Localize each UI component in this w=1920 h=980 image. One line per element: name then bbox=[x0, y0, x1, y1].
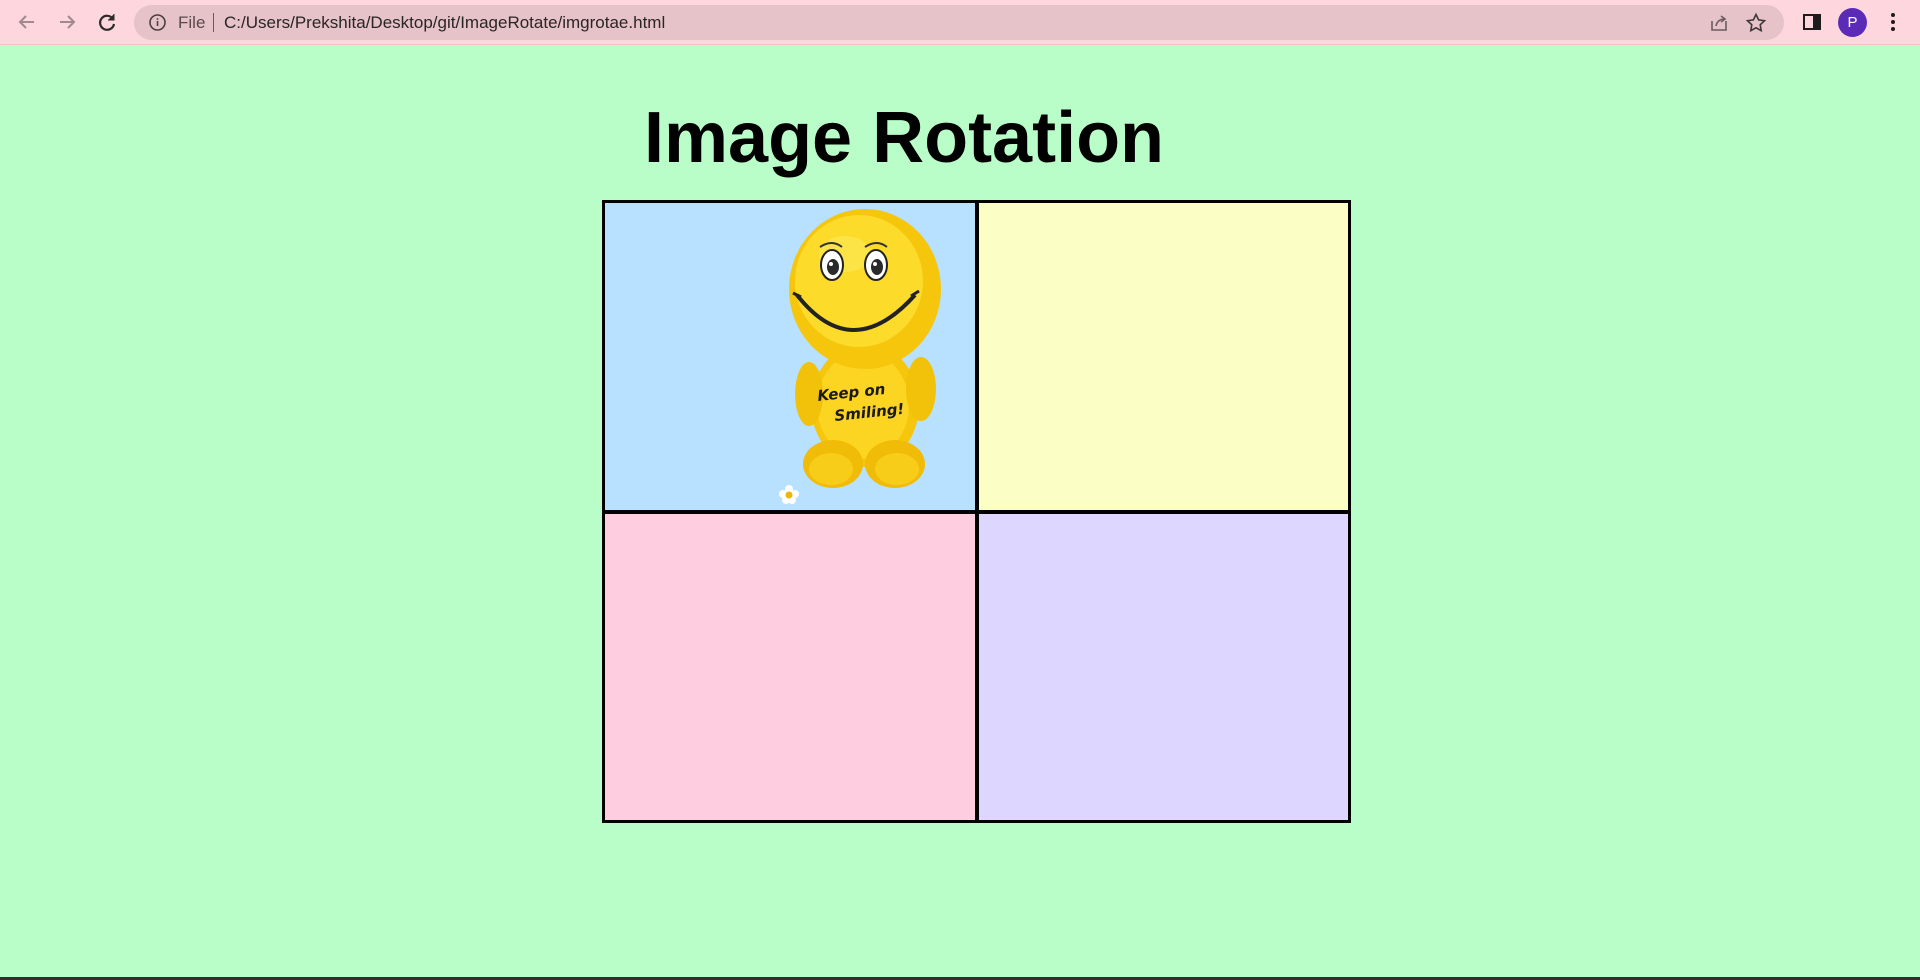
info-icon[interactable] bbox=[148, 13, 167, 32]
grid-cell-bottom-left[interactable] bbox=[605, 511, 977, 820]
star-icon[interactable] bbox=[1745, 12, 1767, 39]
grid-cell-top-right[interactable] bbox=[976, 203, 1348, 512]
smiley-plush-image: Keep on Smiling! bbox=[779, 209, 941, 504]
reload-icon[interactable] bbox=[91, 6, 123, 38]
kebab-menu-icon[interactable] bbox=[1877, 6, 1909, 38]
rotation-grid: Keep on Smiling! bbox=[602, 200, 1351, 823]
address-bar[interactable]: File C:/Users/Prekshita/Desktop/git/Imag… bbox=[134, 5, 1784, 40]
url-scheme-label: File bbox=[178, 13, 206, 32]
side-panel-icon[interactable] bbox=[1796, 6, 1828, 38]
grid-cell-bottom-right[interactable] bbox=[976, 511, 1348, 820]
back-arrow-icon[interactable] bbox=[11, 6, 43, 38]
grid-cell-top-left[interactable]: Keep on Smiling! bbox=[605, 203, 977, 512]
profile-avatar[interactable]: P bbox=[1838, 8, 1867, 37]
daisy-icon bbox=[779, 485, 799, 504]
forward-arrow-icon[interactable] bbox=[51, 6, 83, 38]
page-title: Image Rotation bbox=[644, 98, 1165, 178]
url-text[interactable]: C:/Users/Prekshita/Desktop/git/ImageRota… bbox=[224, 13, 665, 32]
browser-toolbar: File C:/Users/Prekshita/Desktop/git/Imag… bbox=[0, 0, 1920, 45]
url-separator bbox=[213, 13, 214, 32]
share-icon[interactable] bbox=[1708, 12, 1730, 39]
